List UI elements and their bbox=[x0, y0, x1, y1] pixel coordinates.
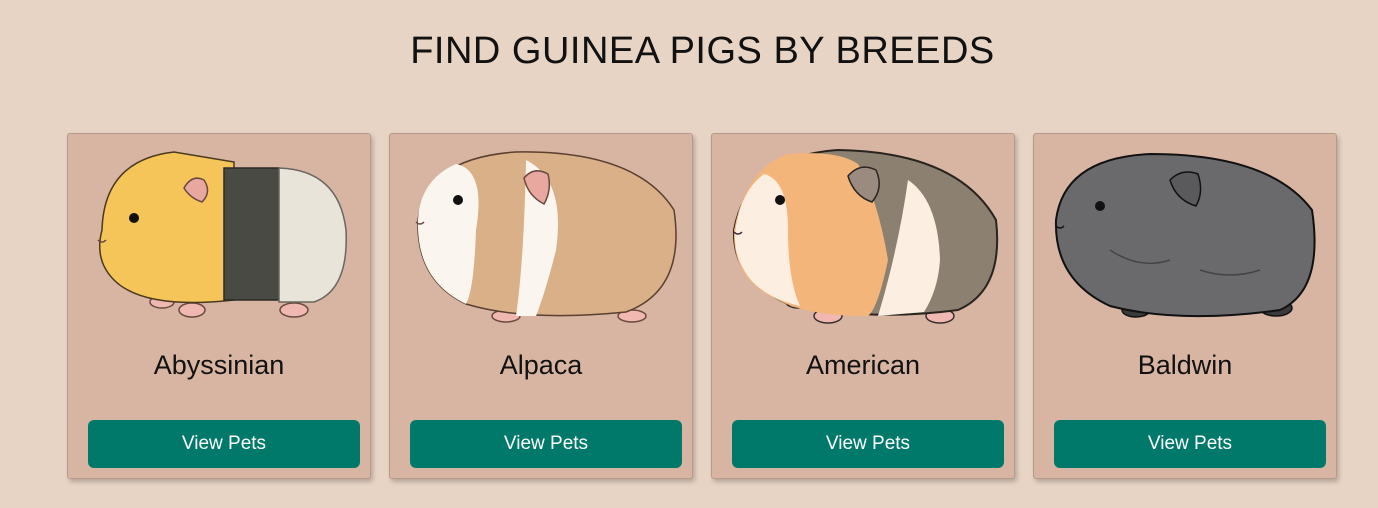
breed-name: Abyssinian bbox=[153, 350, 285, 380]
abyssinian-guinea-pig-illustration bbox=[84, 140, 356, 332]
alpaca-guinea-pig-illustration bbox=[406, 140, 678, 332]
breed-card-abyssinian: Abyssinian View Pets bbox=[67, 133, 371, 479]
breed-name: American bbox=[805, 350, 921, 380]
breeds-page: FIND GUINEA PIGS BY BREEDS Abyssinian Vi… bbox=[0, 0, 1378, 508]
american-guinea-pig-illustration bbox=[728, 140, 1000, 332]
page-title: FIND GUINEA PIGS BY BREEDS bbox=[410, 30, 995, 72]
breed-card-alpaca: Alpaca View Pets bbox=[389, 133, 693, 479]
breed-card-baldwin: Baldwin View Pets bbox=[1033, 133, 1337, 479]
breed-name: Alpaca bbox=[499, 350, 583, 380]
breed-name: Baldwin bbox=[1137, 350, 1233, 380]
baldwin-guinea-pig-illustration bbox=[1050, 140, 1322, 332]
breed-card-american: American View Pets bbox=[711, 133, 1015, 479]
view-pets-button-baldwin[interactable]: View Pets bbox=[1054, 420, 1326, 468]
view-pets-button-alpaca[interactable]: View Pets bbox=[410, 420, 682, 468]
view-pets-button-abyssinian[interactable]: View Pets bbox=[88, 420, 360, 468]
view-pets-button-american[interactable]: View Pets bbox=[732, 420, 1004, 468]
